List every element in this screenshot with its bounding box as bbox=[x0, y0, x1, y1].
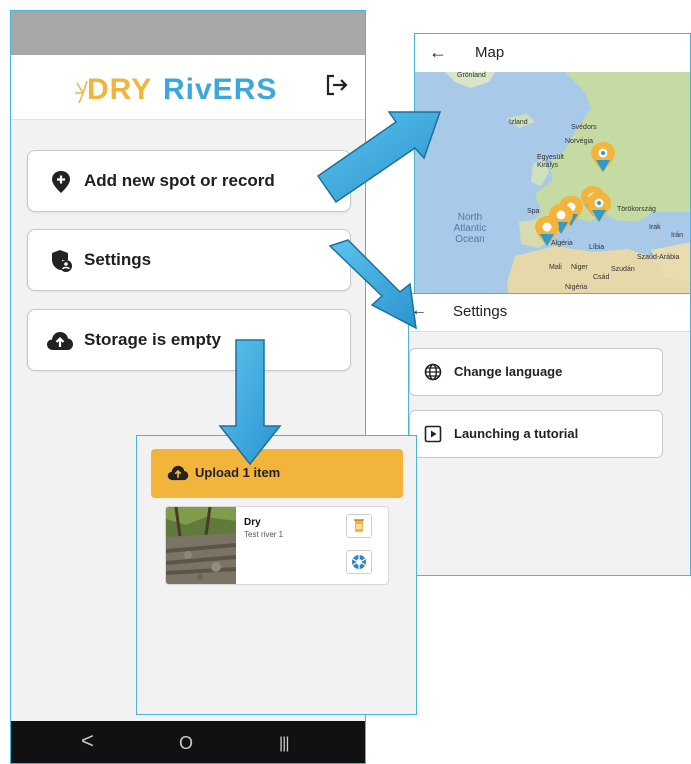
delete-item-button[interactable] bbox=[346, 514, 372, 538]
map-view[interactable]: Grönland Izland Svédors Norvégia Egyesül… bbox=[415, 72, 690, 312]
map-label-nigeria: Nigéria bbox=[565, 284, 588, 291]
ocean-line-3: Ocean bbox=[455, 234, 485, 245]
upload-label: Upload 1 item bbox=[195, 465, 281, 480]
add-spot-button[interactable]: Add new spot or record bbox=[27, 150, 351, 212]
map-label-iran: Irán bbox=[671, 232, 684, 239]
map-label-mali: Mali bbox=[549, 264, 562, 271]
map-label-turkey: Törökország bbox=[617, 206, 656, 213]
globe-icon bbox=[424, 363, 442, 381]
back-arrow-icon[interactable]: ← bbox=[411, 302, 427, 320]
shield-user-icon bbox=[52, 250, 72, 272]
map-label-greenland: Grönland bbox=[457, 72, 486, 79]
settings-button[interactable]: Settings bbox=[27, 229, 351, 291]
status-bar bbox=[11, 11, 365, 55]
upload-button[interactable]: Upload 1 item bbox=[151, 449, 403, 498]
ocean-line-1: North bbox=[457, 212, 483, 223]
map-header: ← Map bbox=[415, 34, 690, 72]
map-label-uk: Egyesült Királys bbox=[537, 154, 564, 169]
map-label-norway: Norvégia bbox=[565, 138, 594, 145]
settings-header: ← Settings bbox=[409, 294, 690, 332]
svg-text:RivERS: RivERS bbox=[163, 73, 277, 106]
settings-label: Settings bbox=[84, 250, 152, 269]
map-label-sudan: Szudán bbox=[611, 266, 635, 273]
cloud-upload-icon bbox=[47, 332, 73, 350]
map-label-niger: Niger bbox=[571, 264, 588, 271]
app-header: DRY RivERS bbox=[11, 55, 365, 120]
dryrivers-logo: DRY RivERS bbox=[75, 73, 277, 106]
tutorial-label: Launching a tutorial bbox=[454, 426, 579, 441]
map-label-algeria: Algéria bbox=[551, 240, 573, 247]
svg-text:DRY: DRY bbox=[87, 73, 152, 106]
shutter-icon bbox=[352, 555, 366, 569]
storage-item[interactable]: Dry Test river 1 bbox=[165, 506, 389, 585]
change-language-button[interactable]: Change language bbox=[409, 348, 663, 396]
storage-label: Storage is empty bbox=[84, 330, 221, 349]
logout-icon[interactable] bbox=[323, 71, 351, 99]
add-spot-label: Add new spot or record bbox=[84, 171, 275, 190]
map-screen: ← Map Grönland Izland Svédors Norvégia E… bbox=[414, 33, 691, 313]
ocean-line-2: Atlantic bbox=[453, 223, 487, 234]
tutorial-button[interactable]: Launching a tutorial bbox=[409, 410, 663, 458]
storage-button[interactable]: Storage is empty bbox=[27, 309, 351, 371]
map-label-ocean: North Atlantic Ocean bbox=[445, 212, 495, 245]
map-label-iraq: Irak bbox=[649, 224, 661, 231]
change-language-label: Change language bbox=[454, 364, 563, 379]
river-photo-thumbnail bbox=[166, 507, 236, 584]
map-title: Map bbox=[475, 44, 505, 61]
map-label-spain: Spa bbox=[527, 208, 540, 215]
back-arrow-icon[interactable]: ← bbox=[429, 42, 447, 63]
play-box-icon bbox=[424, 425, 442, 443]
trash-icon bbox=[354, 519, 364, 532]
map-land bbox=[445, 72, 690, 312]
map-label-chad: Csád bbox=[593, 274, 610, 281]
camera-shutter-button[interactable] bbox=[346, 550, 372, 574]
nav-back-button[interactable]: < bbox=[81, 730, 94, 752]
nav-home-button[interactable]: O bbox=[179, 732, 193, 754]
storage-screen: Upload 1 item Dry Test river 1 bbox=[136, 435, 417, 715]
android-nav-bar: < O ||| bbox=[11, 721, 365, 763]
settings-screen: ← Settings Change language Launching a t… bbox=[408, 293, 691, 576]
item-name: Test river 1 bbox=[244, 530, 284, 539]
settings-title: Settings bbox=[453, 303, 508, 320]
map-label-libya: Líbia bbox=[589, 244, 605, 251]
item-status: Dry bbox=[244, 517, 261, 528]
map-label-saudi: Szaúd-Arábia bbox=[637, 254, 680, 261]
cloud-upload-icon bbox=[167, 465, 189, 481]
nav-recents-button[interactable]: ||| bbox=[279, 733, 290, 755]
map-label-iceland: Izland bbox=[509, 119, 528, 126]
map-label-sweden: Svédors bbox=[571, 124, 597, 131]
location-plus-icon bbox=[52, 171, 70, 193]
